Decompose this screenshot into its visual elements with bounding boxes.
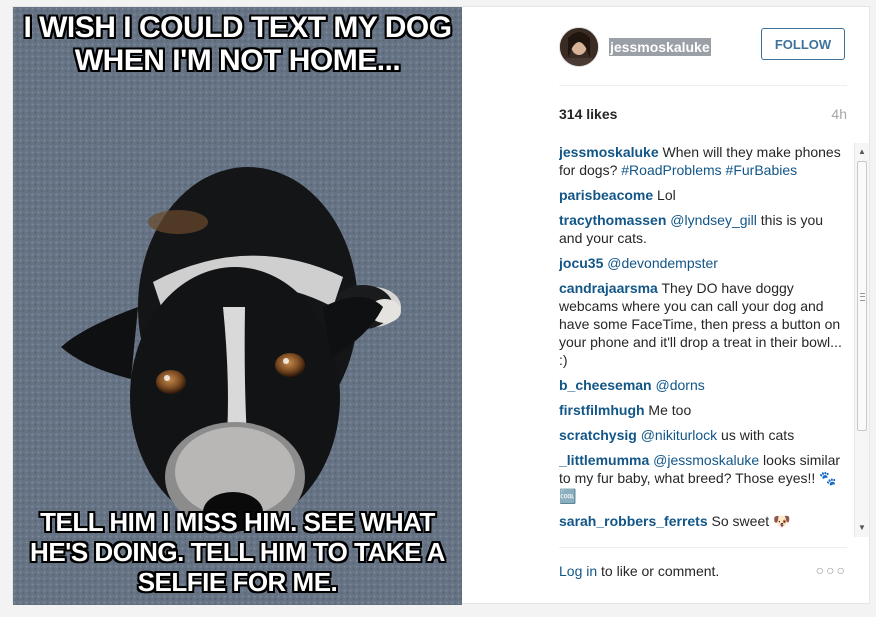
comment: candrajaarsma They DO have doggy webcams… [559, 279, 849, 369]
meme-caption-bottom: TELL HIM I MISS HIM. SEE WHAT HE'S DOING… [30, 507, 445, 597]
comment: jocu35 @devondempster [559, 254, 849, 272]
avatar[interactable] [559, 27, 599, 67]
comment-username[interactable]: _littlemumma [559, 452, 649, 468]
comment: tracythomassen @lyndsey_gill this is you… [559, 211, 849, 247]
likes-count[interactable]: 314 likes [559, 106, 617, 122]
comment-username[interactable]: sarah_robbers_ferrets [559, 513, 708, 529]
comment-username[interactable]: candrajaarsma [559, 280, 658, 296]
post-header: jessmoskaluke FOLLOW [462, 7, 869, 85]
comment: b_cheeseman @dorns [559, 376, 849, 394]
comment-username[interactable]: jocu35 [559, 255, 603, 271]
comment-username[interactable]: b_cheeseman [559, 377, 652, 393]
comment-hashtags[interactable]: #RoadProblems #FurBabies [621, 162, 797, 178]
login-prompt-text: to like or comment. [597, 563, 720, 579]
comment-mention[interactable]: @jessmoskaluke [649, 452, 759, 468]
comment-username[interactable]: jessmoskaluke [559, 144, 659, 160]
comments-scrollbar[interactable]: ▲ ▼ [854, 143, 869, 537]
comment: _littlemumma @jessmoskaluke looks simila… [559, 451, 849, 505]
more-options-icon[interactable]: ○○○ [816, 562, 847, 578]
comment-username[interactable]: parisbeacome [559, 187, 653, 203]
avatar-image [560, 28, 598, 66]
post-details-panel: jessmoskaluke FOLLOW 314 likes 4h jessmo… [462, 7, 869, 603]
comments-list: jessmoskaluke When will they make phones… [559, 143, 849, 537]
post-card: I WISH I COULD TEXT MY DOG WHEN I'M NOT … [12, 6, 870, 605]
comment-username[interactable]: scratchysig [559, 427, 637, 443]
scroll-up-arrow-icon[interactable]: ▲ [855, 145, 869, 159]
footer-divider [559, 547, 847, 548]
comment: firstfilmhugh Me too [559, 401, 849, 419]
scroll-thumb[interactable] [857, 161, 867, 431]
comment: scratchysig @nikiturlock us with cats [559, 426, 849, 444]
comment-text: So sweet 🐶 [707, 513, 791, 529]
comment-mention[interactable]: @nikiturlock [637, 427, 717, 443]
scroll-grip-icon [860, 293, 865, 301]
page-background: I WISH I COULD TEXT MY DOG WHEN I'M NOT … [0, 0, 876, 617]
comment-text: us with cats [717, 427, 795, 443]
follow-button[interactable]: FOLLOW [761, 28, 845, 60]
comment-mention[interactable]: @dorns [652, 377, 704, 393]
post-time[interactable]: 4h [831, 106, 847, 122]
header-username[interactable]: jessmoskaluke [609, 38, 711, 56]
scroll-down-arrow-icon[interactable]: ▼ [855, 521, 869, 535]
login-link[interactable]: Log in [559, 563, 597, 579]
comment: sarah_robbers_ferrets So sweet 🐶 [559, 512, 849, 530]
comment-mention[interactable]: @devondempster [603, 255, 718, 271]
login-prompt: Log in to like or comment. [559, 563, 849, 583]
header-divider [559, 85, 847, 86]
comment-username[interactable]: firstfilmhugh [559, 402, 645, 418]
comment: jessmoskaluke When will they make phones… [559, 143, 849, 179]
comment-text: Me too [644, 402, 692, 418]
comment-mention[interactable]: @lyndsey_gill [666, 212, 757, 228]
meme-caption-top: I WISH I COULD TEXT MY DOG WHEN I'M NOT … [23, 11, 452, 77]
comment-username[interactable]: tracythomassen [559, 212, 666, 228]
comment: parisbeacome Lol [559, 186, 849, 204]
post-photo[interactable]: I WISH I COULD TEXT MY DOG WHEN I'M NOT … [13, 7, 462, 605]
comment-text: Lol [653, 187, 676, 203]
